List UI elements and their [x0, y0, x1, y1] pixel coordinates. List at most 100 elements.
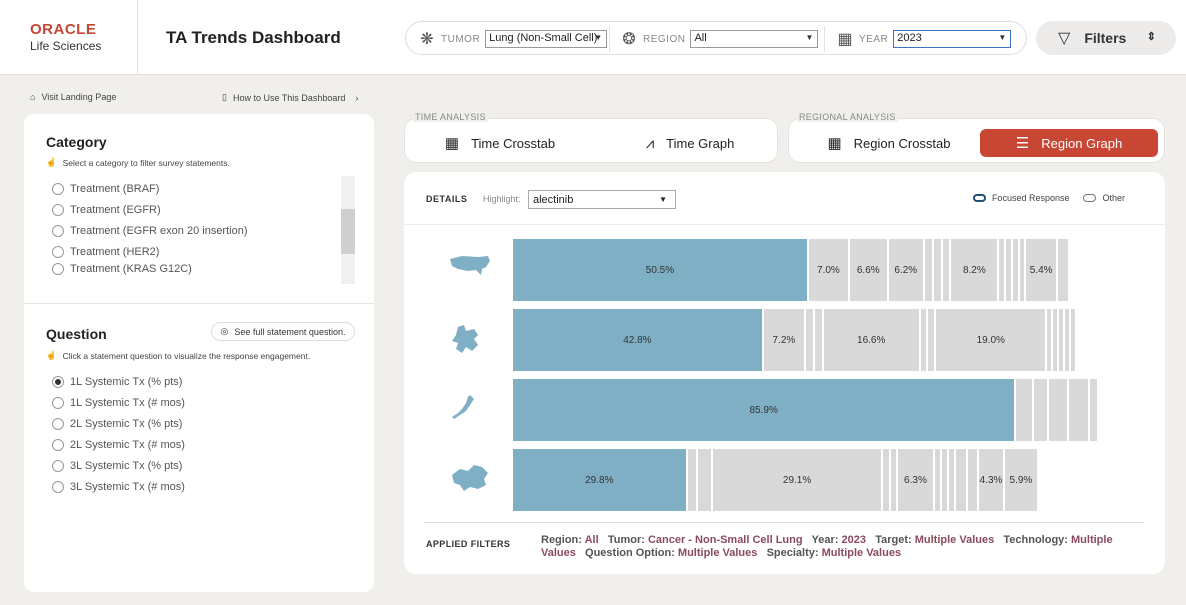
bar-segment[interactable]	[806, 309, 813, 371]
category-scrollbar[interactable]	[341, 176, 355, 284]
radio-button[interactable]	[52, 224, 64, 237]
see-full-statement-button[interactable]: ◎ See full statement question.	[211, 322, 355, 341]
oracle-logo[interactable]: ORACLE Life Sciences	[30, 22, 101, 53]
question-option[interactable]: 1L Systemic Tx (% pts)	[52, 371, 185, 392]
europe-map-icon	[448, 323, 484, 364]
focused-bar-segment[interactable]: 50.5%	[513, 239, 807, 301]
year-select[interactable]: 2023 ▼	[893, 30, 1012, 48]
legend-focused-label: Focused Response	[991, 193, 1070, 203]
filter-key: Technology:	[1003, 534, 1072, 546]
pointer-icon: ☝	[46, 157, 57, 167]
bar-segment[interactable]: 5.4%	[1026, 239, 1056, 301]
radio-button-selected[interactable]	[52, 375, 64, 388]
bar-segment[interactable]	[1059, 309, 1063, 371]
focused-bar-segment[interactable]: 85.9%	[513, 379, 1015, 441]
virus-icon: ❋	[420, 31, 434, 48]
scrollbar-thumb[interactable]	[341, 209, 355, 254]
bar-data-label: 7.2%	[772, 334, 796, 346]
radio-button[interactable]	[52, 182, 64, 195]
bar-segment[interactable]	[948, 449, 954, 511]
bar-segment[interactable]	[942, 239, 950, 301]
bar-segment[interactable]	[814, 309, 822, 371]
bar-segment[interactable]	[956, 449, 966, 511]
bar-segment[interactable]	[1006, 239, 1012, 301]
focused-bar-segment[interactable]: 42.8%	[513, 309, 762, 371]
radio-button[interactable]	[52, 459, 64, 472]
bar-data-label: 50.5%	[645, 264, 675, 276]
question-option[interactable]: 3L Systemic Tx (# mos)	[52, 476, 185, 497]
tab-time-crosstab[interactable]: ▦ Time Crosstab	[425, 129, 575, 157]
bar-segment[interactable]: 4.3%	[979, 449, 1003, 511]
category-option[interactable]: Treatment (BRAF)	[52, 178, 248, 199]
bar-segment[interactable]: 29.1%	[712, 449, 882, 511]
bar-segment[interactable]	[1033, 379, 1047, 441]
question-option[interactable]: 2L Systemic Tx (% pts)	[52, 413, 185, 434]
tumor-select[interactable]: Lung (Non-Small Cell) ▼	[485, 30, 608, 48]
bar-segment[interactable]	[1057, 239, 1068, 301]
time-analysis-group: TIME ANALYSIS ▦ Time Crosstab ⩘ Time Gra…	[404, 112, 778, 163]
bar-segment[interactable]	[924, 239, 932, 301]
bar-segment[interactable]	[941, 449, 947, 511]
filters-button[interactable]: ▽ Filters ⇕	[1036, 21, 1176, 55]
bar-segment[interactable]	[999, 239, 1005, 301]
how-to-link[interactable]: ▯ How to Use This Dashboard ›	[222, 92, 358, 103]
radio-button[interactable]	[52, 417, 64, 430]
bar-segment[interactable]	[1065, 309, 1069, 371]
bar-data-label: 5.9%	[1009, 474, 1033, 486]
question-option-label: 3L Systemic Tx (% pts)	[70, 459, 183, 472]
focused-bar-segment[interactable]: 29.8%	[513, 449, 686, 511]
highlight-value: alectinib	[533, 194, 574, 206]
bar-segment[interactable]: 6.6%	[849, 239, 887, 301]
bar-segment[interactable]: 6.3%	[898, 449, 933, 511]
home-icon: ⌂	[30, 92, 36, 102]
category-option[interactable]: Treatment (EGFR exon 20 insertion)	[52, 220, 248, 241]
bar-segment[interactable]	[1020, 239, 1025, 301]
chevron-right-icon: ›	[355, 92, 359, 103]
tab-region-crosstab[interactable]: ▦ Region Crosstab	[809, 129, 969, 157]
bar-segment[interactable]	[687, 449, 697, 511]
bar-segment[interactable]: 5.9%	[1004, 449, 1038, 511]
bar-segment[interactable]: 8.2%	[951, 239, 998, 301]
highlight-select[interactable]: alectinib ▼	[528, 190, 676, 209]
bar-data-label: 42.8%	[623, 334, 652, 346]
bar-segment[interactable]: 16.6%	[823, 309, 919, 371]
bar-segment[interactable]: 19.0%	[936, 309, 1046, 371]
filter-divider	[609, 26, 610, 52]
bar-segment[interactable]	[1048, 379, 1068, 441]
radio-button[interactable]	[52, 245, 64, 258]
radio-button[interactable]	[52, 438, 64, 451]
radio-button[interactable]	[52, 203, 64, 216]
tab-region-graph[interactable]: ☰ Region Graph	[980, 129, 1158, 157]
category-option[interactable]: Treatment (KRAS G12C)	[52, 262, 248, 275]
bar-segment[interactable]	[1013, 239, 1019, 301]
radio-button[interactable]	[52, 396, 64, 409]
bar-segment[interactable]: 6.2%	[888, 239, 923, 301]
question-option[interactable]: 2L Systemic Tx (# mos)	[52, 434, 185, 455]
visit-landing-link[interactable]: ⌂ Visit Landing Page	[30, 92, 116, 102]
bar-segment[interactable]	[934, 449, 940, 511]
category-option[interactable]: Treatment (EGFR)	[52, 199, 248, 220]
bar-segment[interactable]	[1069, 379, 1088, 441]
category-title: Category	[46, 134, 107, 150]
bar-segment[interactable]	[1016, 379, 1032, 441]
region-select[interactable]: All ▼	[690, 30, 819, 48]
question-option[interactable]: 1L Systemic Tx (# mos)	[52, 392, 185, 413]
bar-segment[interactable]	[890, 449, 896, 511]
bar-segment[interactable]	[1089, 379, 1097, 441]
bar-segment[interactable]	[883, 449, 889, 511]
bar-segment[interactable]: 7.0%	[808, 239, 848, 301]
bar-segment[interactable]	[933, 239, 941, 301]
category-option[interactable]: Treatment (HER2)	[52, 241, 248, 262]
bar-segment[interactable]	[928, 309, 935, 371]
bar-segment[interactable]	[920, 309, 927, 371]
bar-segment[interactable]	[1053, 309, 1058, 371]
bar-segment[interactable]: 7.2%	[763, 309, 804, 371]
radio-button[interactable]	[52, 480, 64, 493]
bar-segment[interactable]	[1070, 309, 1075, 371]
bar-segment[interactable]	[967, 449, 978, 511]
tab-time-graph[interactable]: ⩘ Time Graph	[615, 129, 765, 157]
bar-segment[interactable]	[1047, 309, 1052, 371]
question-option[interactable]: 3L Systemic Tx (% pts)	[52, 455, 185, 476]
radio-button[interactable]	[52, 262, 64, 275]
bar-segment[interactable]	[698, 449, 711, 511]
